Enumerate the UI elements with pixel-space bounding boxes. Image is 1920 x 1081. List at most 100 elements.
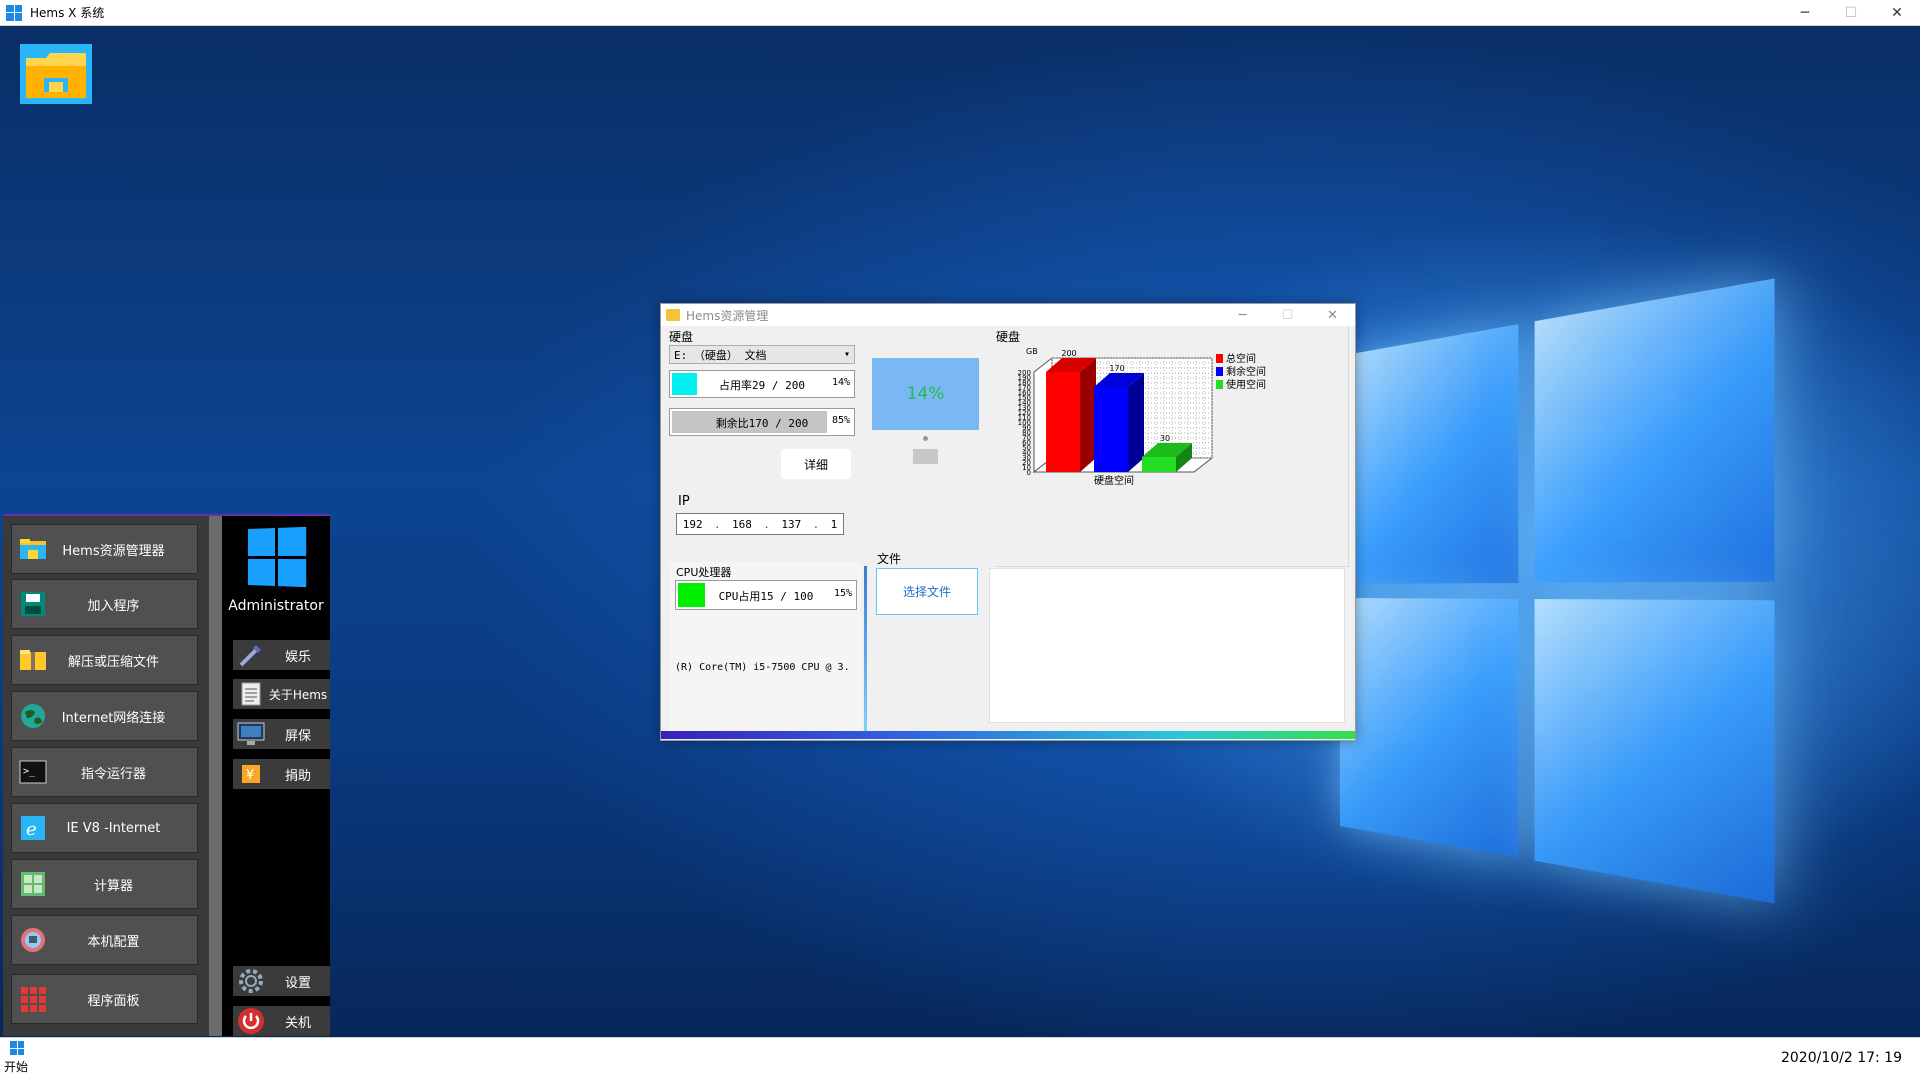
document-icon (236, 680, 266, 708)
ip-label: IP (678, 494, 690, 509)
grid-icon (16, 984, 50, 1014)
start-item-add-program[interactable]: 加入程序 (11, 579, 198, 629)
chart-y-tick-label: 0 (1027, 469, 1031, 477)
windows-logo-icon (247, 526, 307, 588)
globe-icon (16, 701, 50, 731)
windows-logo-icon (6, 4, 22, 21)
gear-icon (236, 967, 266, 995)
chart-legend-label: 剩余空间 (1226, 365, 1266, 378)
save-icon (16, 589, 50, 619)
hems-resource-window: Hems资源管理 ─ ☐ ✕ 硬盘 E: （硬盘） 文档 ▾ 占用率29 / 2… (660, 303, 1356, 741)
file-list-area[interactable] (989, 568, 1345, 723)
cpu-usage-bar: CPU占用15 / 100 15% (675, 580, 857, 610)
chart-legend-swatch (1216, 367, 1223, 376)
chart-y-axis-label: GB (1026, 347, 1038, 356)
entertainment-button[interactable]: 娱乐 (233, 640, 330, 670)
start-item-archive[interactable]: 解压或压缩文件 (11, 635, 198, 685)
close-button[interactable]: ✕ (1874, 0, 1920, 25)
start-menu: Hems资源管理器 加入程序 解压或压缩文件 Internet网络连接 >_ 指… (3, 514, 330, 1036)
start-item-command-runner[interactable]: >_ 指令运行器 (11, 747, 198, 797)
section-divider (864, 566, 867, 734)
donate-button[interactable]: ¥ 捐助 (233, 759, 330, 789)
svg-text:¥: ¥ (246, 768, 254, 783)
user-name: Administrator (228, 598, 324, 614)
chart-data-label: 170 (1109, 364, 1124, 373)
disk-usage-bar: 占用率29 / 200 14% (669, 370, 855, 398)
calculator-icon (16, 869, 50, 899)
chart-x-axis-label: 硬盘空间 (1094, 474, 1134, 487)
settings-button[interactable]: 设置 (233, 966, 330, 996)
hems-title: Hems资源管理 (686, 308, 769, 323)
ip-address-field[interactable]: 192. 168. 137. 1 (676, 513, 844, 535)
disk-remaining-bar: 剩余比170 / 200 85% (669, 408, 855, 436)
chart-bar (1094, 387, 1128, 472)
detail-button[interactable]: 详细 (781, 449, 851, 479)
start-item-hems-explorer[interactable]: Hems资源管理器 (11, 524, 198, 574)
start-item-config[interactable]: 本机配置 (11, 915, 198, 965)
start-button[interactable]: 开始 (4, 1041, 34, 1077)
about-hems-button[interactable]: 关于Hems (233, 679, 330, 709)
wand-icon (236, 641, 266, 669)
choose-file-button[interactable]: 选择文件 (876, 568, 978, 615)
shutdown-button[interactable]: 关机 (233, 1006, 330, 1036)
chart-bar-side (1128, 373, 1144, 472)
chart-section-label: 硬盘 (996, 330, 1021, 344)
hems-minimize-button[interactable]: ─ (1220, 308, 1265, 323)
cpu-label: CPU处理器 (676, 566, 732, 579)
chart-legend-label: 使用空间 (1226, 378, 1266, 391)
yen-icon: ¥ (236, 760, 266, 788)
terminal-icon: >_ (16, 757, 50, 787)
folder-icon (16, 534, 50, 564)
start-menu-programs: Hems资源管理器 加入程序 解压或压缩文件 Internet网络连接 >_ 指… (3, 516, 209, 1036)
monitor-icon (236, 720, 266, 748)
taskbar-clock: 2020/10/2 17: 19 (1780, 1050, 1902, 1066)
ie-icon: e (16, 813, 50, 843)
hems-window-controls: ─ ☐ ✕ (1220, 308, 1355, 323)
screensaver-button[interactable]: 屏保 (233, 719, 330, 749)
chart-legend-label: 总空间 (1226, 352, 1256, 365)
start-item-ie[interactable]: e IE V8 -Internet (11, 803, 198, 853)
hems-maximize-button[interactable]: ☐ (1265, 308, 1310, 323)
chart-bar (1046, 372, 1080, 472)
hems-close-button[interactable]: ✕ (1310, 308, 1355, 323)
wallpaper-windows-logo (1340, 278, 1775, 904)
maximize-button[interactable]: ☐ (1828, 0, 1874, 25)
start-item-calculator[interactable]: 计算器 (11, 859, 198, 909)
chart-legend-swatch (1216, 380, 1223, 389)
disk-space-chart: 2001901801701601501401301201101009080706… (1018, 347, 1266, 487)
disk-chart-panel: 硬盘 200 190 180 170 160 150 140 130 120 110 100 90 80… (996, 326, 1349, 567)
disk-section-label: 硬盘 (669, 330, 694, 344)
drive-select[interactable]: E: （硬盘） 文档 ▾ (669, 345, 855, 364)
chart-data-label: 200 (1061, 349, 1076, 358)
indicator-block (913, 449, 938, 464)
file-section-label: 文件 (877, 552, 902, 566)
config-icon (16, 925, 50, 955)
window-controls: ─ ☐ ✕ (1782, 0, 1920, 25)
start-item-internet[interactable]: Internet网络连接 (11, 691, 198, 741)
archive-folder-icon (16, 645, 50, 675)
chart-bar-side (1080, 358, 1096, 472)
chart-legend-swatch (1216, 354, 1223, 363)
chevron-down-icon: ▾ (843, 349, 850, 360)
desktop-folder-icon[interactable] (18, 42, 94, 106)
start-menu-divider (209, 516, 222, 1036)
hems-titlebar: Hems资源管理 ─ ☐ ✕ (661, 304, 1355, 326)
folder-icon (666, 309, 680, 321)
window-accent-bar (661, 731, 1355, 739)
windows-logo-icon (10, 1041, 24, 1055)
chart-data-label: 30 (1160, 434, 1170, 443)
cpu-model-text: (R) Core(TM) i5-7500 CPU @ 3. (675, 662, 850, 673)
start-item-program-panel[interactable]: 程序面板 (11, 974, 198, 1024)
indicator-dot (923, 436, 928, 441)
taskbar: 开始 2020/10/2 17: 19 (0, 1037, 1920, 1081)
chart-bar (1142, 457, 1176, 472)
start-menu-user-panel: Administrator 娱乐 关于Hems 屏保 ¥ 捐助 设置 关机 (222, 516, 330, 1036)
power-icon (236, 1007, 266, 1035)
svg-text:e: e (26, 819, 37, 840)
app-titlebar: Hems X 系统 ─ ☐ ✕ (0, 0, 1920, 26)
desktop: Hems资源管理器 加入程序 解压或压缩文件 Internet网络连接 >_ 指… (0, 26, 1920, 1037)
app-title: Hems X 系统 (30, 6, 105, 20)
svg-text:>_: >_ (23, 766, 36, 777)
usage-percent-tile: 14% (872, 358, 979, 430)
minimize-button[interactable]: ─ (1782, 0, 1828, 25)
